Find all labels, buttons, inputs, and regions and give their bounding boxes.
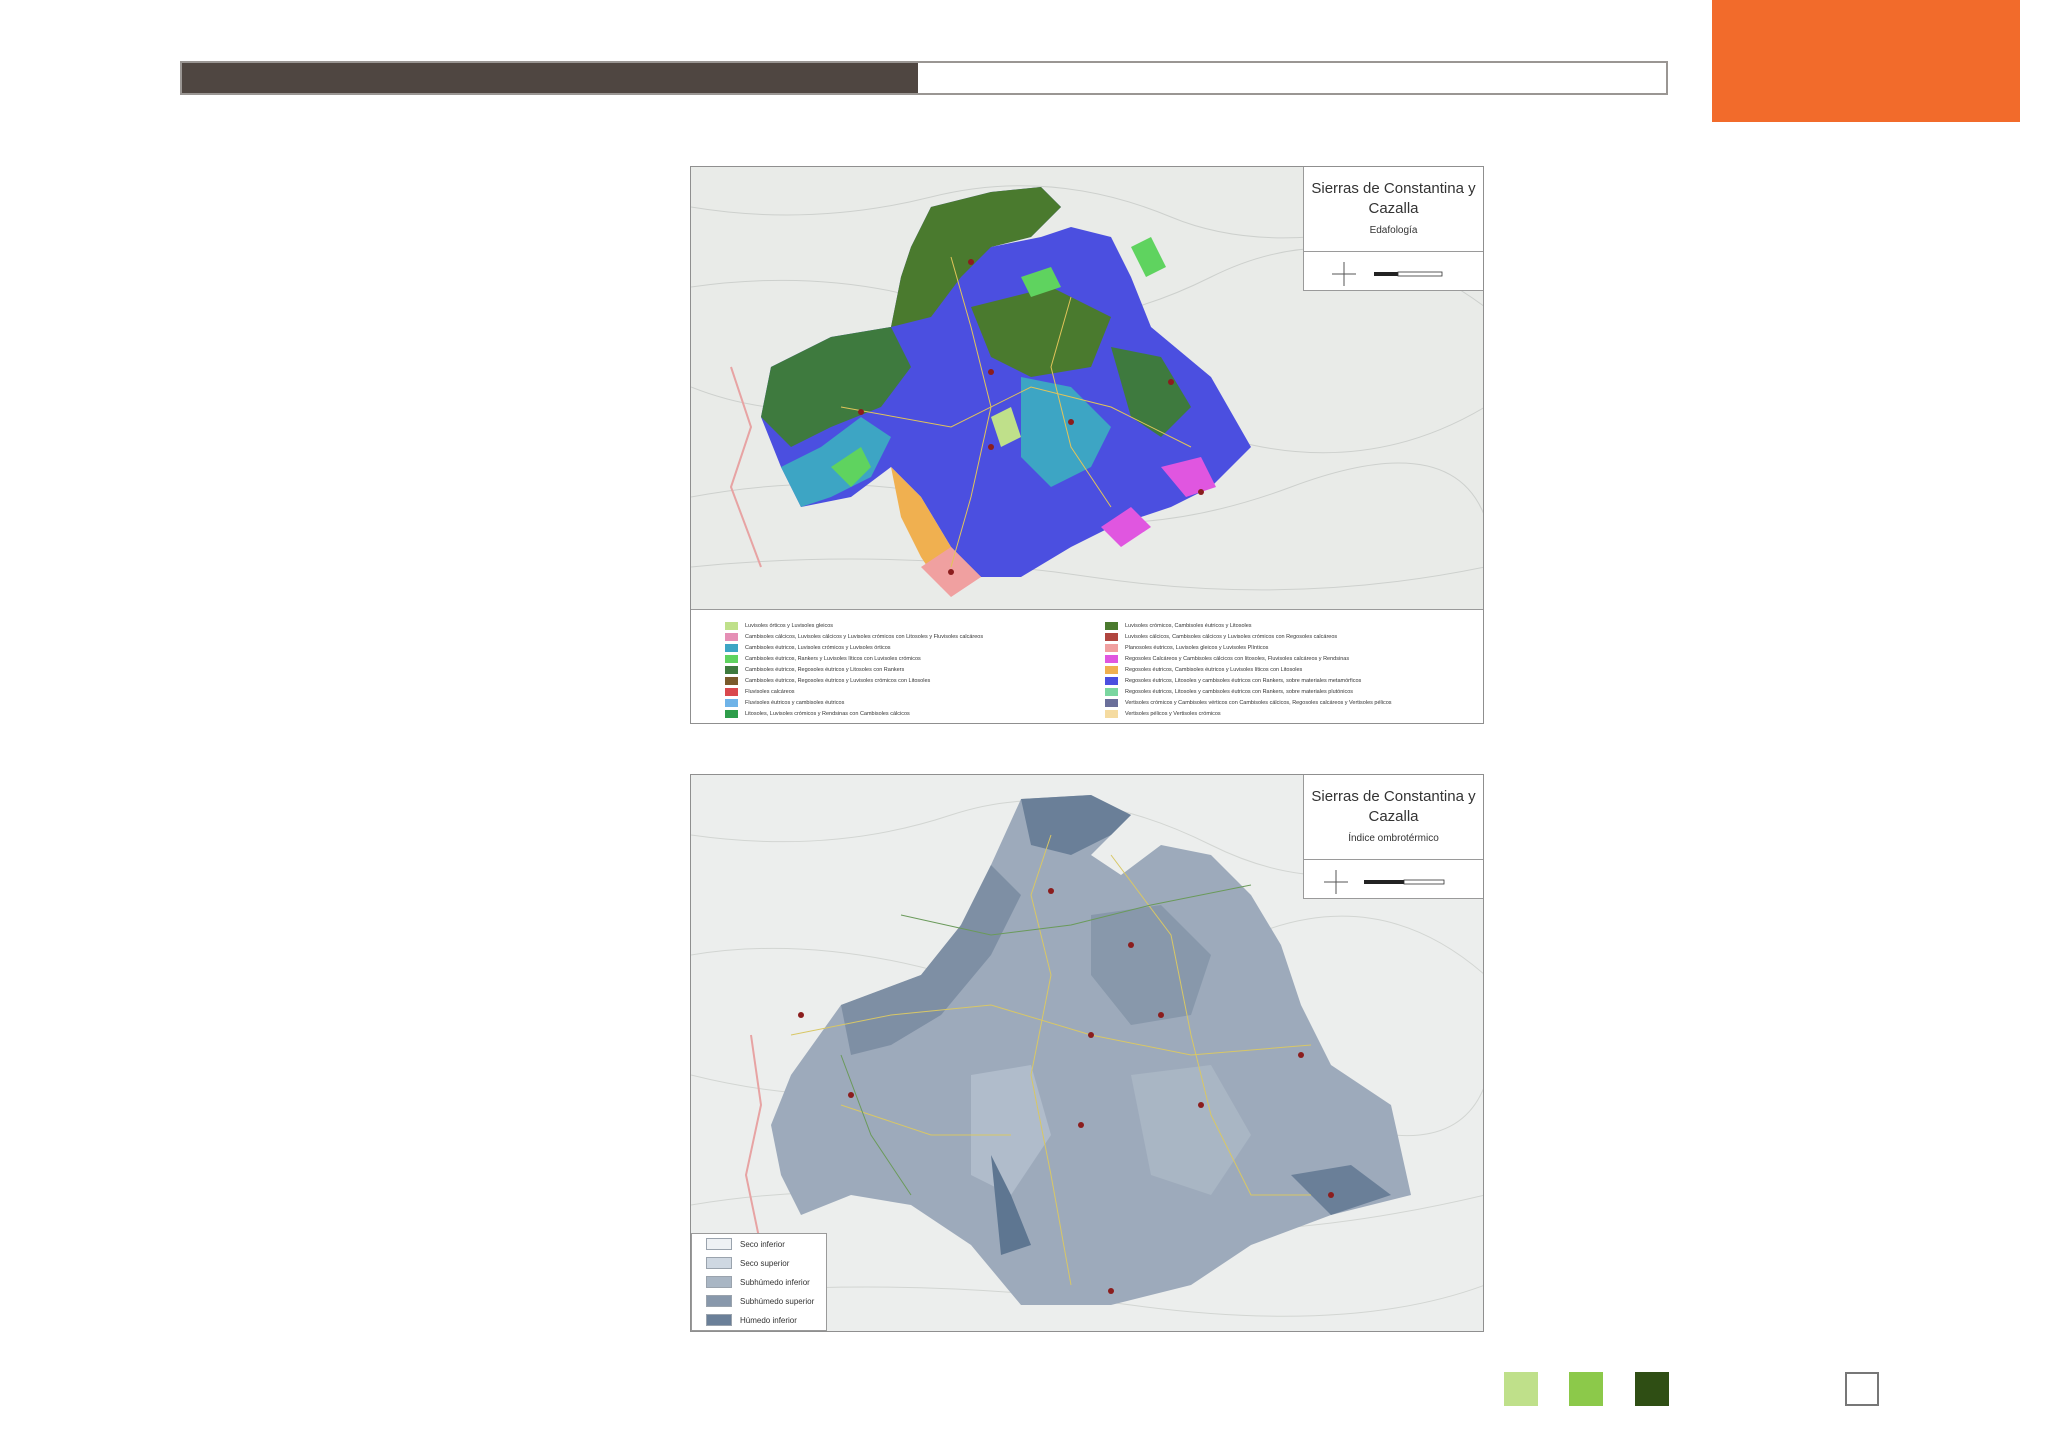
legend-item: Húmedo inferior xyxy=(692,1311,826,1329)
legend-item: Luvisoles órticos y Luvisoles gleicos xyxy=(725,620,983,631)
legend-swatch xyxy=(1105,665,1118,674)
legend-item: Subhúmedo superior xyxy=(692,1292,826,1310)
soil-map-title: Sierras de Constantina y Cazalla xyxy=(1311,180,1476,217)
legend-swatch xyxy=(725,709,738,718)
legend-item: Cambisoles éutricos, Regosoles éutricos … xyxy=(725,664,983,675)
legend-item: Litosoles, Luvisoles crómicos y Rendsina… xyxy=(725,708,983,719)
legend-label: Fluvisoles éutricos y cambisoles éutrico… xyxy=(745,699,845,706)
soil-map-subtitle: Edafología xyxy=(1369,225,1418,236)
ombrothermic-map-subtitle: Índice ombrotérmico xyxy=(1348,833,1439,844)
legend-item: Regosoles éutricos, Litosoles y cambisol… xyxy=(1105,675,1392,686)
legend-swatch xyxy=(725,621,738,630)
legend-swatch xyxy=(725,698,738,707)
legend-item: Cambisoles éutricos, Regosoles éutricos … xyxy=(725,675,983,686)
legend-swatch xyxy=(725,665,738,674)
legend-label: Subhúmedo superior xyxy=(740,1296,815,1306)
legend-label: Seco superior xyxy=(740,1258,790,1268)
ombrothermic-map-title-box: Sierras de Constantina y Cazalla Índice … xyxy=(1303,775,1483,899)
legend-item: Seco inferior xyxy=(692,1235,826,1253)
legend-swatch xyxy=(1105,676,1118,685)
legend-swatch xyxy=(725,643,738,652)
legend-item: Vertisoles crómicos y Cambisoles vértico… xyxy=(1105,697,1392,708)
page-box xyxy=(1845,1372,1879,1406)
legend-swatch xyxy=(706,1257,732,1269)
legend-label: Luvisoles crómicos, Cambisoles éutricos … xyxy=(1125,622,1252,629)
green-square xyxy=(1569,1372,1603,1406)
legend-swatch xyxy=(1105,621,1118,630)
legend-label: Cambisoles cálcicos, Luvisoles cálcicos … xyxy=(745,633,984,640)
legend-label: Regosoles Calcáreos y Cambisoles cálcico… xyxy=(1125,655,1350,662)
legend-label: Seco inferior xyxy=(740,1239,785,1249)
header-progress-fill xyxy=(182,63,919,93)
legend-item: Seco superior xyxy=(692,1254,826,1272)
orange-corner-tab xyxy=(1712,0,2020,122)
legend-label: Luvisoles cálcicos, Cambisoles cálcicos … xyxy=(1125,633,1338,640)
legend-swatch xyxy=(1105,654,1118,663)
legend-swatch xyxy=(706,1276,732,1288)
ombrothermic-map: Sierras de Constantina y Cazalla Índice … xyxy=(690,774,1484,1332)
soil-legend: Luvisoles órticos y Luvisoles gleicos Cam… xyxy=(691,609,1483,723)
legend-label: Regosoles éutricos, Cambisoles éutricos … xyxy=(1125,666,1303,673)
legend-label: Vertisoles crómicos y Cambisoles vértico… xyxy=(1125,699,1392,706)
legend-label: Fluvisoles calcáreos xyxy=(745,688,795,695)
ombrothermic-map-title: Sierras de Constantina y Cazalla xyxy=(1311,788,1476,825)
legend-swatch xyxy=(725,687,738,696)
legend-item: Fluvisoles éutricos y cambisoles éutrico… xyxy=(725,697,983,708)
legend-item: Fluvisoles calcáreos xyxy=(725,686,983,697)
legend-label: Cambisoles éutricos, Regosoles éutricos … xyxy=(745,677,931,684)
legend-item: Luvisoles crómicos, Cambisoles éutricos … xyxy=(1105,620,1392,631)
legend-label: Planosoles éutricos, Luvisoles gleicos y… xyxy=(1125,644,1269,651)
legend-item: Regosoles éutricos, Litosoles y cambisol… xyxy=(1105,686,1392,697)
legend-item: Subhúmedo inferior xyxy=(692,1273,826,1291)
legend-swatch xyxy=(706,1238,732,1250)
ombrothermic-legend: Seco inferior Seco superior Subhúmedo infe… xyxy=(691,1233,827,1331)
north-arrow-scale-icon xyxy=(1324,870,1445,894)
legend-item: Regosoles Calcáreos y Cambisoles cálcico… xyxy=(1105,653,1392,664)
soil-map-title-box: Sierras de Constantina y Cazalla Edafolo… xyxy=(1303,167,1483,291)
legend-swatch xyxy=(1105,687,1118,696)
legend-swatch xyxy=(1105,709,1118,718)
legend-swatch xyxy=(725,676,738,685)
legend-swatch xyxy=(1105,632,1118,641)
legend-swatch xyxy=(725,654,738,663)
soil-legend-left: Luvisoles órticos y Luvisoles gleicos Cam… xyxy=(725,620,983,719)
legend-label: Subhúmedo inferior xyxy=(740,1277,810,1287)
legend-label: Regosoles éutricos, Litosoles y cambisol… xyxy=(1125,688,1354,695)
light-green-square xyxy=(1504,1372,1538,1406)
legend-item: Vertisoles pélicos y Vertisoles crómicos xyxy=(1105,708,1392,719)
legend-item: Cambisoles cálcicos, Luvisoles cálcicos … xyxy=(725,631,983,642)
legend-item: Luvisoles cálcicos, Cambisoles cálcicos … xyxy=(1105,631,1392,642)
legend-item: Cambisoles éutricos, Rankers y Luvisoles… xyxy=(725,653,983,664)
legend-swatch xyxy=(1105,643,1118,652)
legend-label: Litosoles, Luvisoles crómicos y Rendsina… xyxy=(745,710,910,717)
legend-label: Cambisoles éutricos, Rankers y Luvisoles… xyxy=(745,655,921,662)
legend-swatch xyxy=(1105,698,1118,707)
header-progress-bar xyxy=(180,61,1668,95)
legend-item: Cambisoles éutricos, Luvisoles crómicos … xyxy=(725,642,983,653)
soil-legend-right: Luvisoles crómicos, Cambisoles éutricos … xyxy=(1105,620,1392,719)
legend-item: Planosoles éutricos, Luvisoles gleicos y… xyxy=(1105,642,1392,653)
legend-swatch xyxy=(706,1314,732,1326)
dark-green-square xyxy=(1635,1372,1669,1406)
legend-swatch xyxy=(706,1295,732,1307)
legend-label: Cambisoles éutricos, Luvisoles crómicos … xyxy=(745,644,891,651)
legend-label: Vertisoles pélicos y Vertisoles crómicos xyxy=(1125,710,1221,717)
north-arrow-scale-icon xyxy=(1332,262,1443,286)
legend-swatch xyxy=(725,632,738,641)
legend-item: Regosoles éutricos, Cambisoles éutricos … xyxy=(1105,664,1392,675)
legend-label: Regosoles éutricos, Litosoles y cambisol… xyxy=(1125,677,1362,684)
soil-map: Sierras de Constantina y Cazalla Edafolo… xyxy=(690,166,1484,724)
legend-label: Cambisoles éutricos, Regosoles éutricos … xyxy=(745,666,905,673)
legend-label: Luvisoles órticos y Luvisoles gleicos xyxy=(745,622,834,629)
legend-label: Húmedo inferior xyxy=(740,1315,797,1325)
